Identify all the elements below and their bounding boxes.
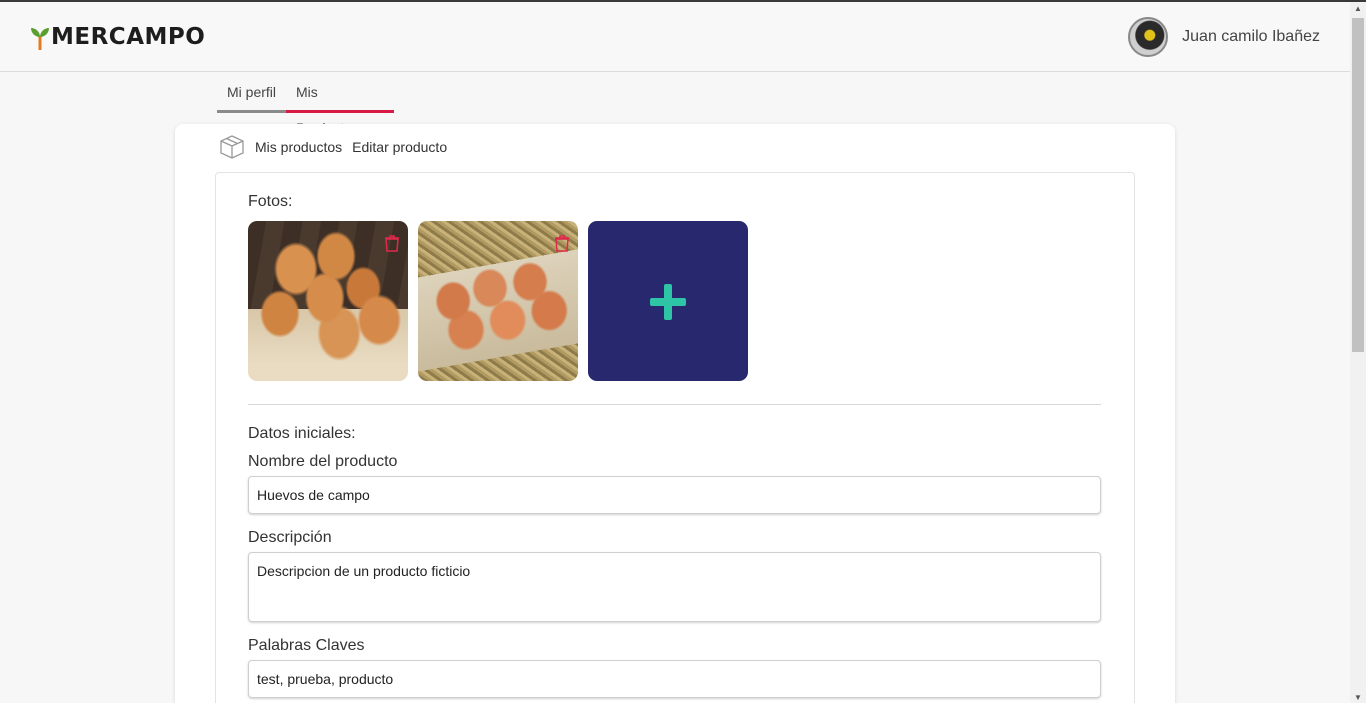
scrollbar[interactable]: ▲ ▼: [1350, 2, 1366, 703]
keywords-label: Palabras Claves: [248, 637, 365, 654]
user-menu[interactable]: Juan camilo Ibañez: [1128, 17, 1320, 57]
avatar[interactable]: [1128, 17, 1169, 57]
top-header: MERCAMPO Juan camilo Ibañez: [0, 2, 1350, 72]
box-icon: [220, 135, 244, 159]
scroll-up-arrow-icon[interactable]: ▲: [1350, 2, 1366, 16]
user-name[interactable]: Juan camilo Ibañez: [1182, 28, 1320, 46]
sprout-logo-icon: [31, 28, 49, 50]
tab-mis-productos[interactable]: Mis Productos: [286, 74, 394, 136]
description-textarea[interactable]: Descripcion de un producto ficticio: [248, 552, 1101, 622]
tab-mi-perfil[interactable]: Mi perfil: [217, 74, 286, 113]
product-photo: [248, 221, 408, 381]
breadcrumb-editar-producto: Editar producto: [352, 139, 448, 155]
trash-icon[interactable]: [382, 233, 402, 253]
photos-label: Fotos:: [248, 193, 293, 210]
breadcrumb: Mis productos Editar producto: [219, 134, 457, 160]
logo[interactable]: MERCAMPO: [30, 24, 205, 50]
scroll-thumb[interactable]: [1352, 18, 1364, 352]
trash-icon[interactable]: [552, 233, 572, 253]
product-card: Mis productos Editar producto Fotos: Dat…: [175, 124, 1175, 703]
plus-icon: [650, 284, 686, 320]
breadcrumb-mis-productos[interactable]: Mis productos: [255, 139, 342, 155]
edit-product-form: Fotos: Datos iniciales: Nombre del produ…: [215, 172, 1135, 703]
product-photo: [418, 221, 578, 381]
logo-text: MERCAMPO: [51, 24, 206, 50]
description-label: Descripción: [248, 529, 332, 546]
product-name-label: Nombre del producto: [248, 453, 398, 470]
keywords-input[interactable]: [248, 660, 1101, 698]
add-photo-button[interactable]: [588, 221, 748, 381]
product-name-input[interactable]: [248, 476, 1101, 514]
divider: [248, 404, 1101, 405]
scroll-down-arrow-icon[interactable]: ▼: [1350, 691, 1366, 703]
tab-bar: Mi perfil Mis Productos: [217, 74, 394, 136]
initial-data-label: Datos iniciales:: [248, 425, 356, 442]
